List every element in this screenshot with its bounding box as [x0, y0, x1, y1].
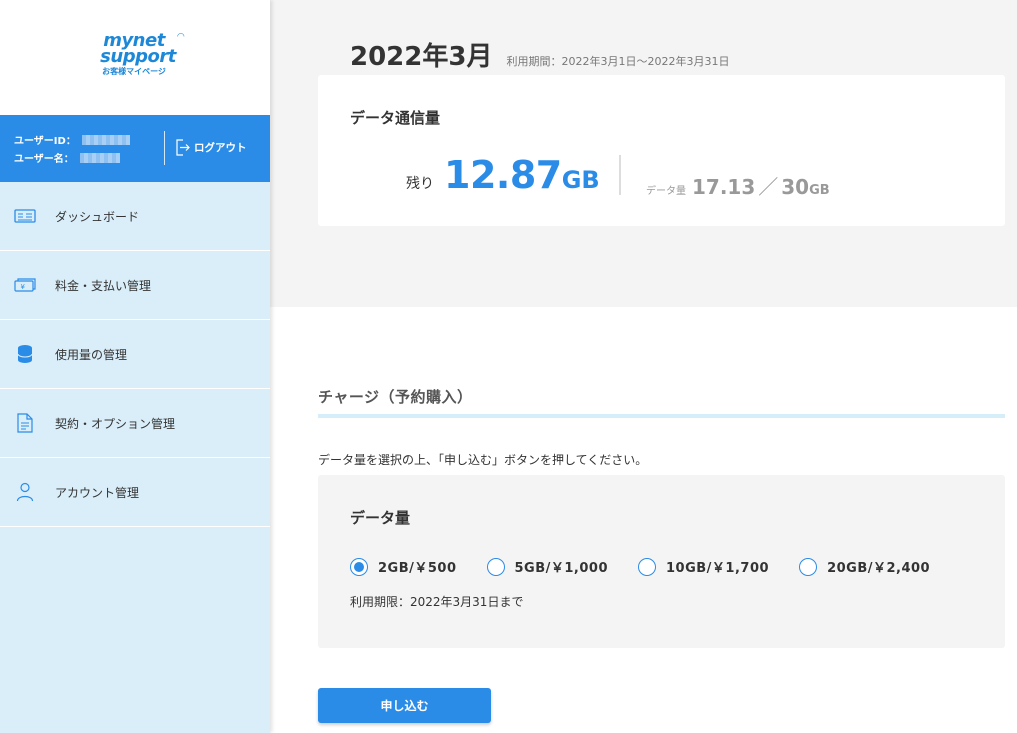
remaining-data: 残り 12.87 GB: [406, 153, 600, 197]
user-name-masked: [79, 152, 120, 163]
radio-button[interactable]: [638, 557, 657, 576]
remaining-label: 残り: [406, 176, 434, 192]
user-name-row: ユーザー名：: [14, 150, 120, 165]
radio-button[interactable]: [486, 557, 505, 576]
sidebar: mynet support ◠ お客様マイページ ユーザーID： ユーザー名： …: [0, 0, 270, 733]
logo-line2: support: [100, 46, 176, 67]
period-header: 2022年3月 利用期間：2022年3月1日〜2022年3月31日: [350, 36, 729, 73]
user-id-masked: [81, 134, 130, 145]
option-2gb[interactable]: 2GB/￥500: [350, 557, 457, 576]
wifi-icon: ◠: [177, 32, 184, 42]
charge-options-box: データ量 2GB/￥500 5GB/￥1,000 10GB/￥1,700 20G…: [318, 475, 1005, 648]
used-separator: ／: [758, 175, 779, 199]
charge-box-title: データ量: [350, 509, 411, 527]
usage-card-title: データ通信量: [350, 109, 441, 127]
main-content: 2022年3月 利用期間：2022年3月1日〜2022年3月31日 データ通信量…: [270, 0, 1017, 733]
used-label: データ量: [646, 186, 686, 197]
sidebar-item-usage[interactable]: 使用量の管理: [0, 320, 270, 389]
charge-section-title: チャージ（予約購入）: [318, 388, 473, 406]
apply-button[interactable]: 申し込む: [318, 688, 491, 723]
user-name-label: ユーザー名：: [14, 154, 74, 165]
used-value: 17.13: [692, 175, 756, 199]
document-icon: [14, 412, 36, 434]
person-icon: [14, 481, 36, 503]
user-id-label: ユーザーID：: [14, 136, 76, 147]
logo[interactable]: mynet support ◠ お客様マイページ: [92, 32, 184, 76]
option-label: 5GB/￥1,000: [514, 561, 609, 576]
section-underline: [318, 414, 1005, 418]
logo-area: mynet support ◠ お客様マイページ: [0, 0, 270, 115]
sidebar-item-dashboard[interactable]: ダッシュボード: [0, 182, 270, 251]
sidebar-item-billing[interactable]: ¥ 料金・支払い管理: [0, 251, 270, 320]
logout-icon: [176, 139, 190, 156]
logo-tagline: お客様マイページ: [102, 67, 166, 76]
logo-brand: mynet support ◠: [92, 32, 184, 67]
option-label: 20GB/￥2,400: [827, 561, 931, 576]
option-5gb[interactable]: 5GB/￥1,000: [486, 557, 609, 576]
total-value: 30: [781, 175, 810, 199]
data-amount-options: 2GB/￥500 5GB/￥1,000 10GB/￥1,700 20GB/￥2,…: [350, 557, 960, 576]
sidebar-item-account[interactable]: アカウント管理: [0, 458, 270, 527]
radio-button[interactable]: [799, 557, 818, 576]
database-icon: [14, 343, 36, 365]
data-usage-card: データ通信量 残り 12.87 GB データ量 17.13 ／ 30 GB: [318, 75, 1005, 226]
remaining-value: 12.87: [444, 153, 562, 197]
sidebar-item-label: 料金・支払い管理: [55, 278, 152, 293]
dashboard-icon: [14, 205, 36, 227]
option-20gb[interactable]: 20GB/￥2,400: [799, 557, 930, 576]
sidebar-item-label: アカウント管理: [55, 485, 140, 500]
sidebar-item-label: 使用量の管理: [55, 347, 128, 362]
logout-button[interactable]: ログアウト: [175, 139, 247, 156]
radio-selected-dot: [354, 561, 364, 572]
logout-label: ログアウト: [194, 142, 247, 154]
user-id-row: ユーザーID：: [14, 132, 130, 147]
svg-text:¥: ¥: [21, 283, 26, 291]
option-label: 2GB/￥500: [378, 561, 457, 576]
usage-divider: [619, 155, 621, 195]
sidebar-item-label: 契約・オプション管理: [55, 416, 176, 431]
page-title: 2022年3月: [350, 42, 493, 72]
radio-button[interactable]: [350, 557, 368, 576]
option-label: 10GB/￥1,700: [666, 561, 770, 576]
used-data: データ量 17.13 ／ 30 GB: [646, 171, 830, 200]
sidebar-nav: ダッシュボード ¥ 料金・支払い管理 使用量の管理 契約・オプション管理 アカウ…: [0, 182, 270, 527]
charge-instruction: データ量を選択の上、「申し込む」ボタンを押してください。: [318, 453, 648, 467]
usage-period: 利用期間：2022年3月1日〜2022年3月31日: [506, 55, 730, 68]
user-divider: [164, 131, 165, 165]
remaining-unit: GB: [561, 166, 600, 194]
user-info-box: ユーザーID： ユーザー名： ログアウト: [0, 115, 270, 182]
expiry-note: 利用期限：2022年3月31日まで: [350, 595, 524, 609]
total-unit: GB: [809, 183, 830, 198]
sidebar-item-label: ダッシュボード: [55, 209, 140, 224]
option-10gb[interactable]: 10GB/￥1,700: [638, 557, 769, 576]
sidebar-item-contract[interactable]: 契約・オプション管理: [0, 389, 270, 458]
billing-icon: ¥: [14, 274, 36, 296]
